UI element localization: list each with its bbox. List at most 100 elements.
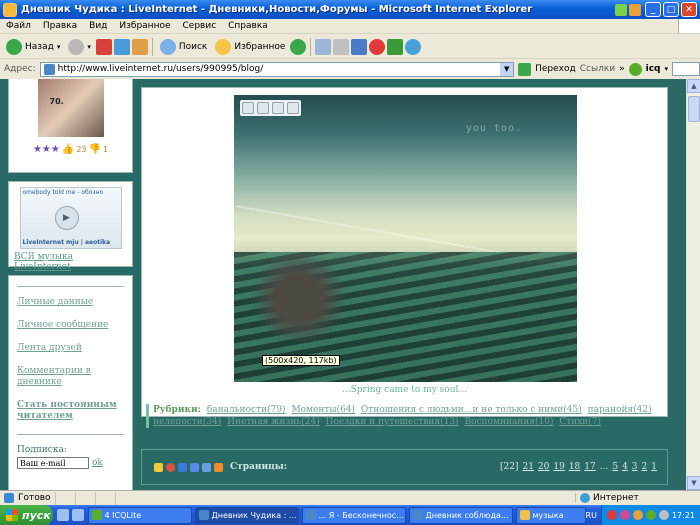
- language-indicator[interactable]: RU: [586, 511, 597, 520]
- show-desktop-icon[interactable]: [56, 509, 69, 521]
- start-button[interactable]: пуск: [0, 505, 53, 525]
- phone-icon[interactable]: [178, 462, 187, 472]
- save-icon[interactable]: [242, 102, 254, 114]
- chevron-right-icon[interactable]: »: [619, 64, 625, 74]
- scroll-up-icon[interactable]: ▲: [687, 79, 700, 93]
- message-icon[interactable]: [629, 3, 641, 16]
- edit-icon[interactable]: [351, 38, 368, 55]
- tag-link[interactable]: нелепости(34): [153, 417, 221, 427]
- messenger-icon[interactable]: [405, 38, 422, 55]
- page-link[interactable]: 17: [584, 462, 595, 472]
- icq-search-input[interactable]: [672, 62, 700, 76]
- tag-link[interactable]: Стихи(7): [559, 417, 601, 427]
- ie-icon[interactable]: [71, 509, 84, 521]
- antivirus-icon[interactable]: [606, 510, 617, 520]
- close-button[interactable]: ✕: [681, 2, 697, 17]
- back-button[interactable]: Назад ▾: [3, 37, 63, 57]
- tag-link[interactable]: банальности(79): [207, 405, 286, 415]
- page-link[interactable]: 21: [522, 462, 533, 472]
- add-icon[interactable]: [166, 462, 175, 472]
- refresh-icon[interactable]: [113, 38, 130, 55]
- menu-file[interactable]: Файл: [0, 21, 37, 31]
- chevron-down-icon[interactable]: ▾: [665, 65, 669, 73]
- at-icon[interactable]: [369, 38, 386, 55]
- page-link[interactable]: 4: [622, 462, 628, 472]
- music-player[interactable]: omebody told me - обозно ▶ LiveInternet …: [19, 187, 122, 249]
- mail-icon[interactable]: [202, 462, 211, 472]
- speaker-icon[interactable]: [632, 510, 643, 520]
- home-icon[interactable]: [131, 38, 148, 55]
- favorites-button[interactable]: Избранное: [212, 37, 288, 57]
- task-music[interactable]: музыка: [515, 506, 586, 524]
- maximize-button[interactable]: □: [663, 2, 679, 17]
- icq-label[interactable]: icq: [646, 64, 661, 74]
- address-url[interactable]: http://www.liveinternet.ru/users/990995/…: [58, 64, 498, 74]
- clock[interactable]: 17:21: [672, 511, 695, 520]
- tag-link[interactable]: Воспоминания(10): [464, 417, 553, 427]
- go-arrow-icon[interactable]: [518, 62, 532, 76]
- forward-button[interactable]: ▾: [65, 37, 94, 57]
- print-icon[interactable]: [257, 102, 269, 114]
- task-infinity[interactable]: ... Я - Бесконечнос...: [301, 506, 406, 524]
- page-link[interactable]: 3: [632, 462, 638, 472]
- tag-link[interactable]: Моменты(64): [291, 405, 355, 415]
- stop-icon[interactable]: [95, 38, 112, 55]
- task-icq[interactable]: 4 ICQLite: [87, 506, 192, 524]
- task-diary-soblyuda[interactable]: Дневник соблюда...: [408, 506, 513, 524]
- mail-icon[interactable]: [315, 38, 332, 55]
- power-icon[interactable]: [615, 3, 627, 16]
- shield-icon[interactable]: [619, 510, 630, 520]
- links-label[interactable]: Ссылки: [580, 64, 615, 74]
- rss-icon[interactable]: [214, 462, 223, 472]
- tag-link[interactable]: Отношения с людьми...и не только с ними(…: [361, 405, 582, 415]
- subscribe-permanent-link[interactable]: Стать постоянным читателем: [17, 400, 124, 422]
- go-button[interactable]: Переход: [535, 64, 576, 74]
- icq-flower-icon[interactable]: [387, 38, 404, 55]
- tag-link[interactable]: Инетная жизнь(24): [227, 417, 320, 427]
- chevron-down-icon[interactable]: ▾: [87, 43, 91, 51]
- star-icon[interactable]: [154, 462, 163, 472]
- folder-icon[interactable]: [287, 102, 299, 114]
- thumbs-down-icon[interactable]: 👎: [89, 144, 101, 155]
- icq-icon[interactable]: [645, 510, 656, 520]
- media-icon[interactable]: [290, 38, 307, 55]
- avatar[interactable]: 70.: [37, 79, 104, 137]
- thumbs-up-icon[interactable]: 👍: [62, 144, 74, 155]
- task-diary-chudik[interactable]: Дневник Чудика : ...: [194, 506, 299, 524]
- menu-edit[interactable]: Правка: [37, 21, 83, 31]
- menu-favorites[interactable]: Избранное: [113, 21, 176, 31]
- chevron-down-icon[interactable]: ▾: [57, 43, 61, 51]
- icq-icon[interactable]: [628, 62, 642, 76]
- subscribe-ok-button[interactable]: ok: [92, 458, 103, 468]
- play-icon[interactable]: ▶: [54, 206, 79, 230]
- friends-feed-link[interactable]: Лента друзей: [17, 343, 124, 354]
- comments-link[interactable]: Комментарии в дневнике: [17, 366, 124, 388]
- page-link[interactable]: 2: [642, 462, 648, 472]
- window-titlebar[interactable]: Дневник Чудика : LiveInternet - Дневники…: [0, 0, 700, 19]
- search-button[interactable]: Поиск: [157, 37, 211, 57]
- scroll-thumb[interactable]: [688, 96, 700, 122]
- page-link[interactable]: 20: [538, 462, 549, 472]
- minimize-button[interactable]: _: [645, 2, 661, 17]
- print-icon[interactable]: [333, 38, 350, 55]
- vertical-scrollbar[interactable]: ▲ ▼: [686, 79, 700, 490]
- page-link[interactable]: 5: [612, 462, 618, 472]
- chevron-down-icon[interactable]: ▼: [500, 62, 514, 76]
- menu-view[interactable]: Вид: [83, 21, 113, 31]
- tag-link[interactable]: паранойя(42): [588, 405, 652, 415]
- post-image[interactable]: you too. (500x420, 117kb): [234, 95, 577, 382]
- mail-icon[interactable]: [272, 102, 284, 114]
- page-link[interactable]: 19: [553, 462, 564, 472]
- address-input[interactable]: http://www.liveinternet.ru/users/990995/…: [39, 61, 515, 77]
- personal-data-link[interactable]: Личные данные: [17, 297, 124, 308]
- all-music-link[interactable]: ВСЯ музыка LiveInternet: [14, 252, 127, 272]
- page-link[interactable]: 18: [569, 462, 580, 472]
- menu-tools[interactable]: Сервис: [177, 21, 223, 31]
- page-link[interactable]: 1: [651, 462, 657, 472]
- tag-link[interactable]: Поездки и путешествия(13): [326, 417, 459, 427]
- print-icon[interactable]: [190, 462, 199, 472]
- scroll-down-icon[interactable]: ▼: [687, 476, 700, 490]
- email-field[interactable]: [17, 457, 89, 469]
- network-icon[interactable]: [658, 510, 669, 520]
- private-message-link[interactable]: Личное сообщение: [17, 320, 124, 331]
